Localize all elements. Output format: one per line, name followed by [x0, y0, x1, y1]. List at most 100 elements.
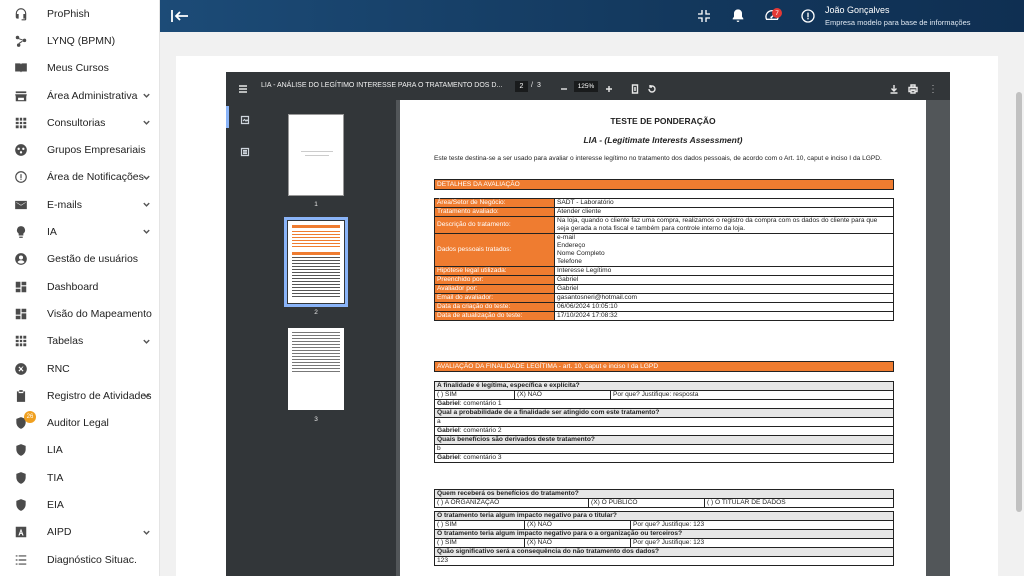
- answer-option: ( ) SIM: [434, 538, 525, 548]
- sidebar-item-diagnostico-situac[interactable]: Diagnóstico Situac.: [0, 546, 159, 573]
- info-circle-icon[interactable]: [800, 8, 816, 24]
- page-thumbnail-2[interactable]: [284, 217, 348, 307]
- sidebar-item-registro-de-atividades[interactable]: Registro de Atividades: [0, 382, 159, 409]
- menu-icon[interactable]: [238, 81, 248, 93]
- chevron-down-icon[interactable]: [142, 391, 151, 400]
- question-header: Quais benefícios são derivados deste tra…: [434, 435, 894, 445]
- sidebar-item-meus-cursos[interactable]: Meus Cursos: [0, 55, 159, 82]
- page-separator: /: [531, 82, 533, 89]
- rotate-icon[interactable]: [647, 81, 657, 93]
- answer-text: a: [434, 417, 894, 427]
- zoom-out-icon[interactable]: [559, 81, 569, 91]
- sidebar-item-tabelas[interactable]: Tabelas: [0, 328, 159, 355]
- zoom-input[interactable]: 125%: [574, 81, 598, 92]
- grid-icon: [14, 334, 28, 348]
- detail-value: SADT - Laboratório: [554, 198, 894, 208]
- table-row: Tratamento avaliado: Atender cliente: [434, 207, 894, 217]
- detail-key: Tratamento avaliado:: [434, 207, 555, 217]
- sidebar-item-lynq[interactable]: LYNQ (BPMN): [0, 27, 159, 54]
- download-icon[interactable]: [889, 81, 899, 94]
- chevron-down-icon[interactable]: [142, 337, 151, 346]
- fullscreen-exit-icon[interactable]: [696, 8, 712, 24]
- detail-value: Atender cliente: [554, 207, 894, 217]
- scrollbar-thumb[interactable]: [1016, 92, 1022, 512]
- outline-icon[interactable]: [240, 144, 250, 157]
- table-row: Quão significativo será a consequência d…: [434, 547, 894, 557]
- table-row: A finalidade é legítima, específica e ex…: [434, 381, 894, 391]
- sidebar-item-label: Auditor Legal: [47, 417, 109, 430]
- sidebar-item-gestao-de-usuarios[interactable]: Gestão de usuários: [0, 246, 159, 273]
- chevron-down-icon[interactable]: [142, 118, 151, 127]
- question-header: Quão significativo será a consequência d…: [434, 547, 894, 557]
- print-icon[interactable]: [908, 81, 918, 94]
- sidebar-item-eia[interactable]: EIA: [0, 491, 159, 518]
- sidebar-item-ia[interactable]: IA: [0, 218, 159, 245]
- bell-icon[interactable]: [730, 8, 746, 24]
- chevron-down-icon[interactable]: [142, 227, 151, 236]
- chevron-down-icon[interactable]: [142, 528, 151, 537]
- sidebar-item-label: Diagnóstico Situac.: [47, 553, 137, 566]
- section-header: AVALIAÇÃO DA FINALIDADE LEGÍTIMA - art. …: [434, 361, 894, 372]
- user-name[interactable]: João Gonçalves: [825, 5, 890, 15]
- detail-key: Data da criação do teste:: [434, 302, 555, 312]
- sidebar-item-prophish[interactable]: ProPhish: [0, 0, 159, 27]
- chevron-down-icon[interactable]: [142, 173, 151, 182]
- table-row: Quais benefícios são derivados deste tra…: [434, 435, 894, 445]
- sidebar-item-aipd[interactable]: AIPD: [0, 519, 159, 546]
- sidebar-item-label: Grupos Empresariais: [47, 144, 146, 157]
- table-row: ( ) SIM (X) NÃO Por que? Justifique: respo…: [434, 390, 894, 400]
- sidebar-item-consultorias[interactable]: Consultorias: [0, 109, 159, 136]
- answer-text: 123: [434, 556, 894, 566]
- more-options-icon[interactable]: [928, 81, 938, 93]
- collapse-sidebar-icon[interactable]: [170, 8, 190, 24]
- alert-circle-icon: [14, 170, 28, 184]
- comment-author: Gabriel: [437, 400, 460, 407]
- page-thumbnail-3[interactable]: [288, 328, 344, 410]
- thumb-section-bar: [292, 225, 340, 228]
- shield-icon: [14, 498, 28, 512]
- page-thumbnail-1[interactable]: [288, 114, 344, 196]
- zoom-in-icon[interactable]: [604, 81, 614, 92]
- book-icon: [14, 61, 28, 75]
- sidebar-item-emails[interactable]: E-mails: [0, 191, 159, 218]
- sidebar-item-label: Gestão de usuários: [47, 253, 139, 266]
- detail-line: Endereço: [557, 242, 586, 249]
- table-row: Descrição do tratamento: Na loja, quando …: [434, 216, 894, 234]
- thumbnails-icon[interactable]: [240, 112, 250, 125]
- answer-option: ( ) SIM: [434, 390, 515, 400]
- sidebar-item-auditor-legal[interactable]: 26 Auditor Legal: [0, 409, 159, 436]
- sidebar-item-rnc[interactable]: RNC: [0, 355, 159, 382]
- detail-value: Gabriel: [554, 275, 894, 285]
- chevron-down-icon[interactable]: [142, 91, 151, 100]
- answer-option: (X) O PÚBLICO: [588, 498, 705, 508]
- sidebar-item-grupos-empresariais[interactable]: Grupos Empresariais: [0, 136, 159, 163]
- questions-table-3: O tratamento teria algum impacto negativ…: [434, 511, 894, 566]
- answer-justification: Por que? Justifique: 123: [630, 520, 894, 530]
- sidebar-item-dashboard[interactable]: Dashboard: [0, 273, 159, 300]
- sidebar-item-area-administrativa[interactable]: Área Administrativa: [0, 82, 159, 109]
- sidebar-item-label: IA: [47, 226, 57, 239]
- sidebar-item-label: AIPD: [47, 526, 72, 539]
- store-icon: [14, 89, 28, 103]
- page-scrollbar[interactable]: [1013, 32, 1024, 576]
- fit-page-icon[interactable]: [630, 81, 640, 94]
- sidebar-item-tia[interactable]: TIA: [0, 464, 159, 491]
- comment-text: : comentário 1: [459, 400, 502, 407]
- question-header: Quem receberá os benefícios do tratament…: [434, 489, 894, 499]
- sidebar-item-label: LYNQ (BPMN): [47, 34, 116, 47]
- sidebar: ProPhish LYNQ (BPMN) Meus Cursos Área Ad…: [0, 0, 160, 576]
- table-row: b: [434, 444, 894, 454]
- table-row: Gabriel: comentário 3: [434, 453, 894, 463]
- chevron-down-icon[interactable]: [142, 200, 151, 209]
- thumb-table: [292, 231, 340, 249]
- sidebar-item-lia[interactable]: LIA: [0, 437, 159, 464]
- detail-value: 06/06/2024 10:05:10: [554, 302, 894, 312]
- page-number-input[interactable]: 2: [515, 81, 528, 92]
- sidebar-item-area-de-notificacoes[interactable]: Área de Notificações: [0, 164, 159, 191]
- sidebar-item-label: E-mails: [47, 198, 83, 211]
- thumb-table: [292, 257, 340, 299]
- letter-a-icon: [14, 525, 28, 539]
- answer-option: (X) NÃO: [514, 390, 611, 400]
- answer-option: (X) NÃO: [524, 538, 631, 548]
- sidebar-item-visao-do-mapeamento[interactable]: Visão do Mapeamento: [0, 300, 159, 327]
